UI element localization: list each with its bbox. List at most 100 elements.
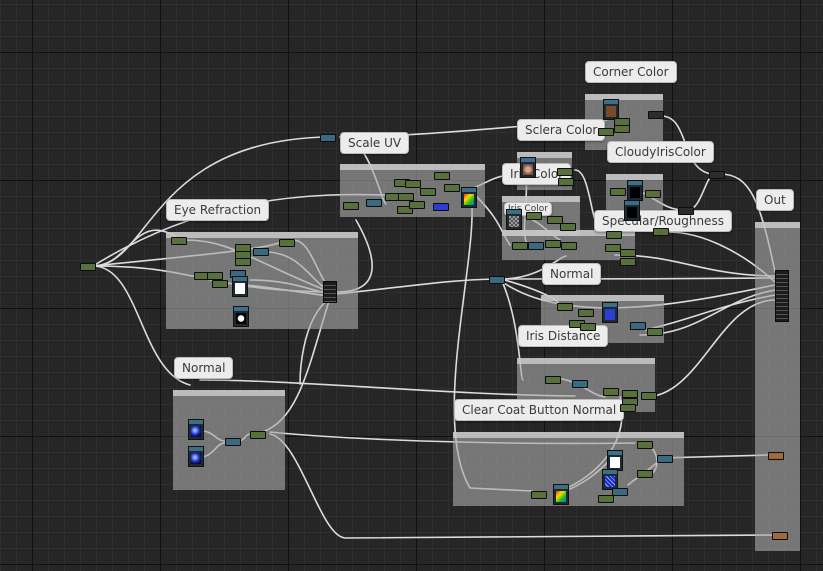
graph-node[interactable] [641,392,657,400]
graph-node[interactable] [637,441,653,449]
graph-node[interactable] [557,168,573,176]
graph-node[interactable] [620,258,636,266]
graph-node[interactable] [320,134,336,142]
graph-node[interactable] [545,240,561,248]
graph-node[interactable] [580,323,596,331]
texture-sample-node[interactable] [188,446,204,467]
texture-sample-node[interactable] [520,157,536,178]
graph-node[interactable] [709,171,725,179]
color-swatch-icon [606,106,616,117]
comment-label-sclera-color[interactable]: Sclera Color [517,119,606,141]
texture-sample-node[interactable] [603,99,619,120]
texture-sample-node[interactable] [627,180,643,201]
graph-node[interactable] [630,322,646,330]
comment-label-out[interactable]: Out [756,189,794,211]
graph-node[interactable] [612,488,628,496]
texture-preview-icon [610,457,620,468]
texture-preview-icon [236,313,246,324]
texture-preview-icon [556,491,566,502]
material-output-node[interactable] [775,270,789,322]
texture-preview-icon [509,216,519,227]
graph-node[interactable] [235,258,251,266]
graph-node[interactable] [420,188,436,196]
texture-preview-icon [235,283,245,294]
reroute-node[interactable] [80,263,96,271]
texture-preview-icon [605,476,615,487]
graph-node[interactable] [557,303,573,311]
graph-node[interactable] [610,188,626,196]
output-reroute-node[interactable] [772,532,788,540]
graph-node[interactable] [657,455,673,463]
comment-label-clear-coat-button-normal[interactable]: Clear Coat Button Normal [454,399,625,421]
graph-node[interactable] [512,242,528,250]
graph-node[interactable] [614,125,630,133]
graph-node[interactable] [603,388,619,396]
graph-node[interactable] [578,309,594,317]
comment-label-normal-right[interactable]: Normal [542,263,602,285]
texture-sample-node[interactable] [188,419,204,440]
comment-label-eye-refraction[interactable]: Eye Refraction [166,199,270,221]
graph-node[interactable] [526,212,542,220]
comment-label-corner-color[interactable]: Corner Color [585,61,677,83]
graph-node[interactable] [558,178,574,186]
graph-node[interactable] [645,190,661,198]
graph-node[interactable] [398,193,414,201]
graph-node[interactable] [622,390,638,398]
texture-sample-node[interactable] [232,276,248,297]
graph-node[interactable] [409,201,425,209]
graph-node[interactable] [212,280,228,288]
graph-node[interactable] [561,242,577,250]
graph-node[interactable] [647,328,663,336]
texture-sample-node[interactable] [602,302,618,323]
graph-node[interactable] [605,244,621,252]
output-reroute-node[interactable] [768,452,784,460]
graph-node[interactable] [366,199,382,207]
graph-node[interactable] [648,111,664,119]
graph-node[interactable] [572,380,588,388]
graph-node[interactable] [545,376,561,384]
graph-node[interactable] [531,491,547,499]
comment-label-scale-uv[interactable]: Scale UV [340,132,410,154]
graph-node[interactable] [444,184,460,192]
graph-node[interactable] [225,438,241,446]
graph-node[interactable] [606,231,622,239]
color-swatch-icon [523,164,533,175]
wire [687,175,713,211]
graph-node[interactable] [598,495,614,503]
texture-sample-node[interactable] [553,484,569,505]
graph-node[interactable] [620,249,636,257]
texture-sample-node[interactable] [506,209,522,230]
wire [614,254,776,277]
graph-node[interactable] [678,207,694,215]
comment-label-normal-left[interactable]: Normal [174,357,234,379]
material-function-node[interactable] [323,281,337,303]
graph-node[interactable] [433,203,449,211]
graph-node[interactable] [343,202,359,210]
graph-node[interactable] [528,242,544,250]
graph-node[interactable] [279,239,295,247]
graph-node[interactable] [434,172,450,180]
normal-map-preview-icon [191,426,201,437]
comment-label-cloudy-iris-color[interactable]: CloudyIrisColor [607,141,714,163]
color-swatch-icon [627,207,637,218]
texture-sample-node[interactable] [461,187,477,208]
graph-node[interactable] [250,431,266,439]
color-swatch-icon [630,187,640,198]
texture-preview-icon [464,194,474,205]
reroute-node[interactable] [489,276,505,284]
texture-sample-node[interactable] [607,450,623,471]
graph-node[interactable] [598,128,614,136]
texture-sample-node[interactable] [233,306,249,327]
graph-node[interactable] [653,228,669,236]
texture-sample-node[interactable] [602,469,618,490]
graph-node[interactable] [171,237,187,245]
graph-node[interactable] [405,180,421,188]
texture-preview-icon [605,309,615,320]
wire [336,278,496,295]
graph-node[interactable] [253,248,269,256]
texture-sample-node[interactable] [624,200,640,221]
graph-node[interactable] [207,272,223,280]
graph-node[interactable] [620,404,636,412]
graph-node[interactable] [560,223,576,231]
graph-node[interactable] [637,470,653,478]
